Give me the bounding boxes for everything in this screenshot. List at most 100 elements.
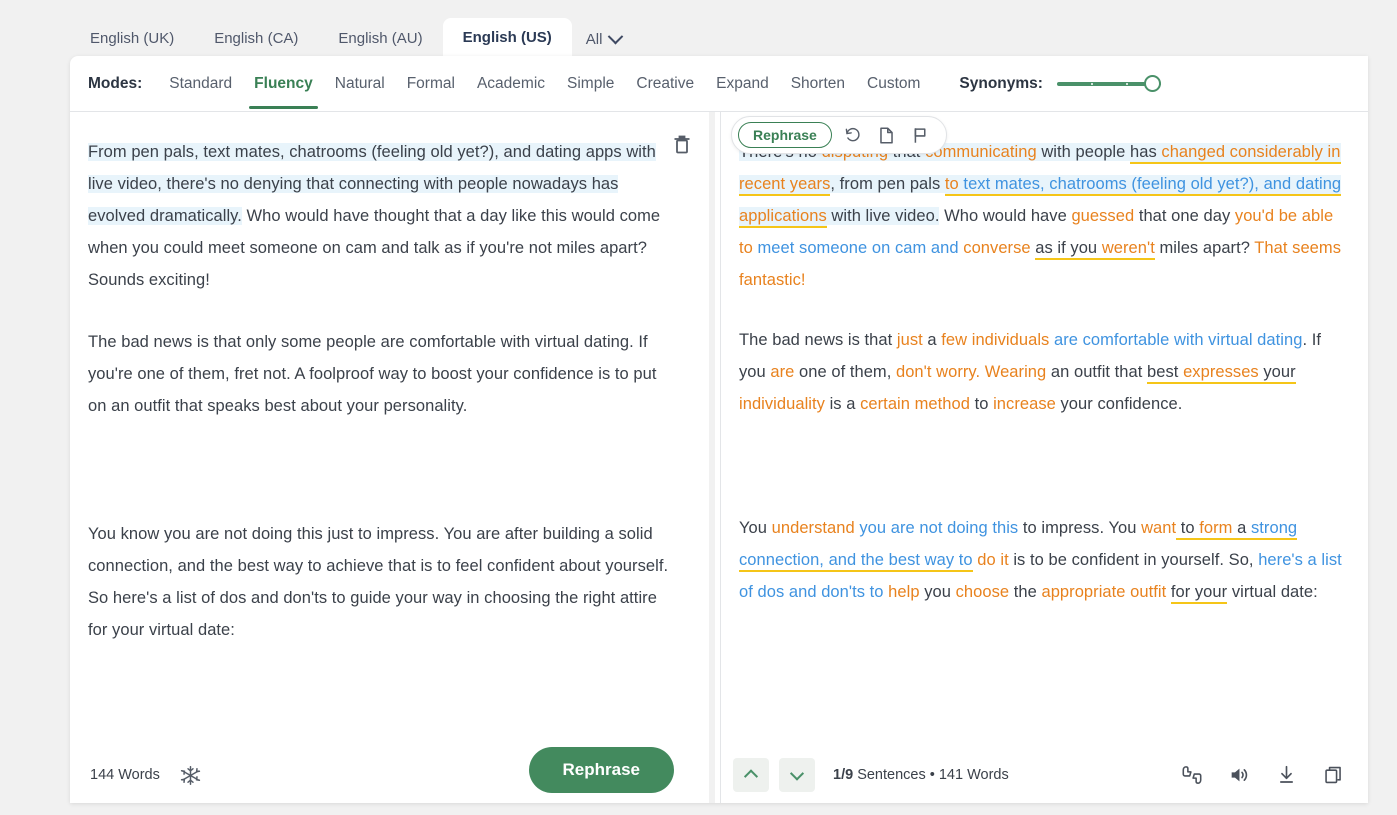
output-text: from pen pals [835,175,945,193]
synonyms-slider-handle[interactable] [1143,74,1161,92]
speaker-icon [1231,768,1248,782]
output-changed-phrase[interactable]: expresses [1183,363,1259,384]
read-aloud-button[interactable] [1226,762,1252,788]
output-text: one of them, [794,363,896,381]
paraphraser-card: Modes: Standard Fluency Natural Formal A… [70,56,1368,803]
sentence-position: 1/9 [833,767,854,783]
output-changed-word[interactable]: just [897,331,923,349]
output-text: to impress. You [1018,519,1142,537]
synonyms-tick [1090,82,1093,85]
language-tab-all[interactable]: All [572,20,636,58]
output-changed-word[interactable]: converse [963,239,1030,257]
output-changed-word[interactable]: want [1141,519,1176,537]
output-changed-phrase[interactable]: to [944,175,959,196]
snowflake-icon [180,765,201,785]
output-changed-phrase[interactable]: changed considerably [1161,143,1323,164]
feedback-button[interactable] [1179,762,1205,788]
input-paragraph-3: You know you are not doing this just to … [88,525,669,639]
output-paragraph-2: The bad news is that just a few individu… [739,324,1342,420]
synonyms-tick [1125,82,1128,85]
language-tab-english-ca[interactable]: English (CA) [194,20,318,58]
modes-label: Modes: [88,74,143,92]
output-changed-phrase[interactable]: weren't [1101,239,1155,260]
language-tab-english-us[interactable]: English (US) [442,18,572,58]
mode-standard[interactable]: Standard [158,58,243,109]
language-tab-english-uk[interactable]: English (UK) [70,20,194,58]
output-text: with live video. [826,207,940,225]
output-changed-phrase: for your [1170,583,1228,604]
output-changed-word[interactable]: guessed [1071,207,1134,225]
output-changed-word[interactable]: understand [772,519,855,537]
output-paragraph-3: You understand you are not doing this to… [739,512,1342,608]
output-text: virtual date: [1227,583,1318,601]
thumbs-feedback-icon [1182,766,1202,784]
output-footer: 1/9 Sentences • 141 Words [721,747,1368,803]
output-changed-phrase: has [1130,143,1162,164]
output-changed-word[interactable]: you are not doing this [859,519,1018,537]
mode-formal[interactable]: Formal [396,58,466,109]
history-button[interactable] [840,122,866,148]
synonyms-control: Synonyms: [959,74,1161,93]
input-paragraph-2: The bad news is that only some people ar… [88,333,657,415]
synonyms-label: Synonyms: [959,74,1043,92]
rephrase-button[interactable]: Rephrase [528,747,674,793]
output-changed-word[interactable]: certain method [860,395,970,413]
download-icon [1279,765,1293,783]
mode-natural[interactable]: Natural [324,58,396,109]
output-editor[interactable]: There's no disputing that communicating … [721,112,1368,752]
mode-custom[interactable]: Custom [856,58,931,109]
compare-button[interactable] [874,122,900,148]
output-changed-phrase[interactable]: applications [739,207,827,228]
input-scrollbar[interactable] [704,112,720,803]
output-changed-word[interactable]: are comfortable with virtual dating [1054,331,1302,349]
freeze-words-button[interactable] [180,765,201,786]
output-changed-word[interactable]: individuality [739,395,825,413]
mode-creative[interactable]: Creative [625,58,705,109]
output-text: to [969,395,994,413]
output-changed-word[interactable]: do it [977,551,1008,569]
output-changed-phrase: as if you [1035,239,1102,260]
output-text: that one day [1134,207,1235,225]
report-button[interactable] [908,122,934,148]
output-text: The bad news is that [739,331,897,349]
output-changed-word[interactable]: are [770,363,794,381]
sentence-floating-toolbar: Rephrase [731,116,947,154]
mode-shorten[interactable]: Shorten [780,58,856,109]
mode-academic[interactable]: Academic [466,58,556,109]
previous-sentence-button[interactable] [733,758,769,792]
output-changed-word[interactable]: few individuals [941,331,1049,349]
language-tab-english-au[interactable]: English (AU) [318,20,442,58]
output-text: with people [1036,143,1130,161]
output-text: you [919,583,956,601]
history-icon [845,127,860,142]
output-changed-word[interactable]: choose [956,583,1010,601]
input-editor[interactable]: From pen pals, text mates, chatrooms (fe… [70,112,704,752]
copy-button[interactable] [1320,762,1346,788]
output-changed-phrase: a [1232,519,1251,540]
output-changed-word[interactable]: appropriate outfit [1041,583,1166,601]
output-changed-word[interactable]: increase [993,395,1056,413]
input-paragraph-1: From pen pals, text mates, chatrooms (fe… [88,136,678,296]
synonyms-slider[interactable] [1056,74,1161,93]
mode-simple[interactable]: Simple [556,58,625,109]
chevron-down-icon [608,28,624,44]
output-paragraph-1: There's no disputing that communicating … [739,136,1342,296]
output-changed-phrase[interactable]: form [1199,519,1233,540]
output-changed-word[interactable]: don't worry. Wearing [896,363,1046,381]
output-changed-word[interactable]: meet someone on cam and [758,239,959,257]
output-text: your confidence. [1055,395,1183,413]
delete-text-button[interactable] [672,134,692,161]
output-changed-phrase[interactable]: text mates, chatrooms (feeling old yet?)… [958,175,1342,196]
mode-expand[interactable]: Expand [705,58,780,109]
output-text: the [1009,583,1042,601]
download-button[interactable] [1273,762,1299,788]
floating-rephrase-button[interactable]: Rephrase [738,122,832,148]
chevron-down-icon [789,766,805,781]
next-sentence-button[interactable] [779,758,815,792]
input-scrollbar-track[interactable] [709,112,715,803]
input-word-count: 144 Words [90,767,160,783]
output-panel: Rephrase communicating with people has c… [721,112,1368,803]
mode-fluency[interactable]: Fluency [243,58,324,109]
output-changed-word[interactable]: help [888,583,919,601]
input-panel: From pen pals, text mates, chatrooms (fe… [70,112,704,803]
